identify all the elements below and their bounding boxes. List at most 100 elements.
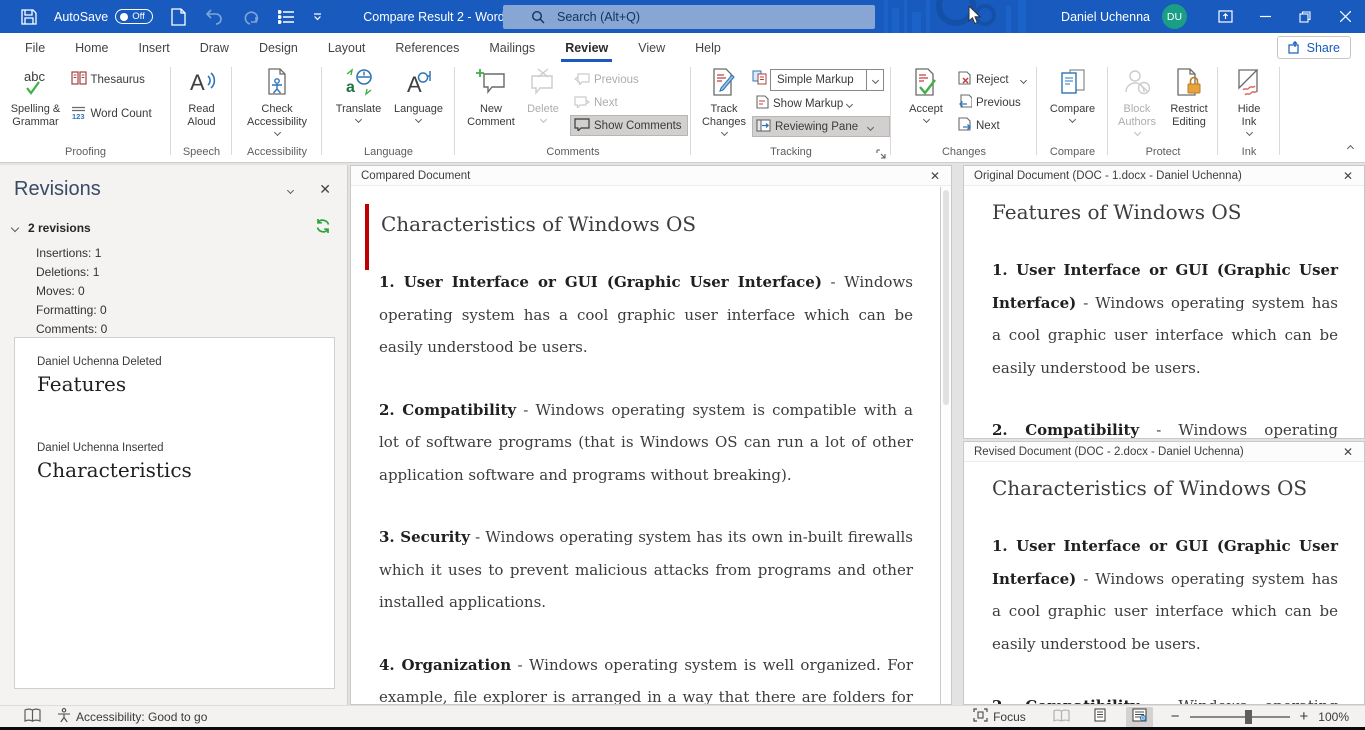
check-accessibility-button[interactable]: Check Accessibility [237, 65, 317, 135]
tab-layout[interactable]: Layout [313, 33, 381, 62]
pane-options-chevron-icon[interactable] [287, 186, 294, 193]
close-icon[interactable]: ✕ [1340, 445, 1356, 459]
read-mode-button[interactable] [1048, 707, 1075, 727]
autosave-toggle[interactable]: AutoSave Off [54, 9, 153, 24]
accessibility-status-text: Accessibility: Good to go [76, 710, 207, 724]
compare-button[interactable]: Compare [1042, 65, 1104, 122]
show-comments-icon [574, 118, 590, 134]
minimize-button[interactable] [1245, 0, 1285, 33]
tab-references[interactable]: References [380, 33, 474, 62]
original-document-body[interactable]: Features of Windows OS 1. User Interface… [964, 186, 1364, 439]
account-name[interactable]: Daniel Uchenna [1061, 10, 1150, 24]
focus-button[interactable]: Focus [965, 706, 1034, 727]
revision-count[interactable]: 2 revisions [28, 221, 91, 235]
chevron-down-icon [355, 116, 362, 123]
revision-entry[interactable]: Daniel Uchenna Inserted Characteristics [37, 442, 312, 482]
new-document-icon[interactable] [167, 6, 189, 28]
markup-mode-chevron-icon[interactable] [867, 69, 884, 91]
chevron-down-icon [1133, 129, 1140, 136]
zoom-slider[interactable] [1190, 716, 1290, 718]
paragraph: 2. Compatibility - Windows operating [992, 414, 1338, 439]
tab-view[interactable]: View [623, 33, 680, 62]
scrollbar-thumb[interactable] [943, 190, 949, 405]
reject-button[interactable]: Reject [954, 69, 1032, 90]
web-layout-button[interactable] [1126, 707, 1153, 727]
search-box[interactable] [503, 5, 875, 29]
read-mode-icon [1053, 709, 1070, 725]
zoom-level[interactable]: 100% [1310, 706, 1365, 727]
markup-mode-select[interactable]: Simple Markup [752, 69, 890, 91]
tracking-dialog-launcher[interactable] [876, 147, 888, 159]
zoom-slider-thumb[interactable] [1245, 710, 1252, 724]
ribbon-display-options-icon[interactable] [1205, 0, 1245, 33]
vertical-scrollbar[interactable] [940, 187, 951, 704]
restrict-editing-button[interactable]: Restrict Editing [1163, 65, 1215, 129]
avatar[interactable]: DU [1162, 4, 1187, 29]
tab-help[interactable]: Help [680, 33, 736, 62]
collapse-ribbon-button[interactable] [1348, 138, 1353, 156]
paragraph: 1. User Interface or GUI (Graphic User I… [992, 530, 1338, 660]
word-count-button[interactable]: 123 Word Count [67, 103, 167, 124]
new-comment-button[interactable]: New Comment [462, 65, 520, 129]
compared-document-pane: Compared Document ✕ Characteristics of W… [350, 165, 952, 705]
share-button[interactable]: Share [1277, 36, 1351, 59]
tab-review[interactable]: Review [550, 33, 623, 62]
revised-document-body[interactable]: Characteristics of Windows OS 1. User In… [964, 462, 1364, 705]
zoom-out-button[interactable]: − [1169, 708, 1182, 725]
expand-chevron-icon[interactable] [11, 224, 19, 232]
thesaurus-button[interactable]: Thesaurus [67, 69, 167, 90]
tab-design[interactable]: Design [244, 33, 313, 62]
stat-deletions: Deletions: 1 [36, 263, 347, 282]
close-icon[interactable]: ✕ [1340, 169, 1356, 183]
compared-document-body[interactable]: Characteristics of Windows OS 1. User In… [351, 186, 951, 704]
tab-insert[interactable]: Insert [124, 33, 185, 62]
chevron-down-icon [1020, 76, 1027, 83]
restore-button[interactable] [1285, 0, 1325, 33]
search-icon [531, 10, 545, 29]
tab-mailings[interactable]: Mailings [474, 33, 550, 62]
group-speech: A Read Aloud Speech [171, 62, 232, 162]
show-markup-button[interactable]: Show Markup [752, 93, 890, 114]
close-icon[interactable]: ✕ [927, 169, 943, 183]
group-compare: Compare Compare [1037, 62, 1108, 162]
previous-change-button[interactable]: Previous [954, 92, 1032, 113]
tab-home[interactable]: Home [60, 33, 123, 62]
close-button[interactable] [1325, 0, 1365, 33]
track-changes-button[interactable]: Track Changes [696, 65, 752, 135]
group-ink: Hide Ink Ink [1218, 62, 1280, 162]
next-change-button[interactable]: Next [954, 115, 1032, 136]
refresh-icon[interactable] [315, 218, 331, 237]
print-layout-button[interactable] [1087, 707, 1114, 727]
paragraph: 3. Security - Windows operating system h… [379, 521, 913, 619]
spelling-grammar-icon: abc [21, 68, 51, 100]
reviewing-pane-button[interactable]: Reviewing Pane [752, 116, 890, 137]
spelling-grammar-button[interactable]: abc Spelling & Grammar [5, 65, 67, 129]
read-aloud-button[interactable]: A Read Aloud [175, 65, 229, 129]
tab-file[interactable]: File [10, 33, 60, 62]
bullet-list-icon[interactable] [275, 6, 297, 28]
chevron-down-icon [415, 116, 422, 123]
revision-stats: Insertions: 1 Deletions: 1 Moves: 0 Form… [0, 237, 347, 339]
tab-draw[interactable]: Draw [185, 33, 244, 62]
accessibility-status-button[interactable]: Accessibility: Good to go [49, 706, 215, 727]
translate-button[interactable]: a Translate [329, 65, 389, 122]
close-icon[interactable]: ✕ [319, 181, 331, 198]
page-info-button[interactable] [0, 706, 49, 727]
save-icon[interactable] [18, 6, 40, 28]
zoom-in-button[interactable]: + [1298, 708, 1311, 725]
ribbon-tab-row: File Home Insert Draw Design Layout Refe… [0, 33, 1365, 62]
reject-icon [958, 71, 972, 88]
hide-ink-button[interactable]: Hide Ink [1222, 65, 1276, 135]
previous-comment-icon [574, 72, 590, 88]
show-comments-button[interactable]: Show Comments [570, 115, 688, 136]
delete-comment-icon [529, 68, 557, 100]
revision-entry[interactable]: Daniel Uchenna Deleted Features [37, 356, 312, 396]
original-document-pane: Original Document (DOC - 1.docx - Daniel… [963, 165, 1365, 439]
language-button[interactable]: A Language [389, 65, 449, 122]
accept-button[interactable]: Accept [900, 65, 952, 122]
translate-icon: a [345, 68, 373, 100]
toolbar-options-chevron-icon[interactable] [311, 6, 323, 28]
revisions-pane-title: Revisions [14, 178, 101, 201]
workspace: Revisions ✕ 2 revisions Insertions: 1 De… [0, 165, 1365, 705]
search-input[interactable] [557, 10, 817, 24]
